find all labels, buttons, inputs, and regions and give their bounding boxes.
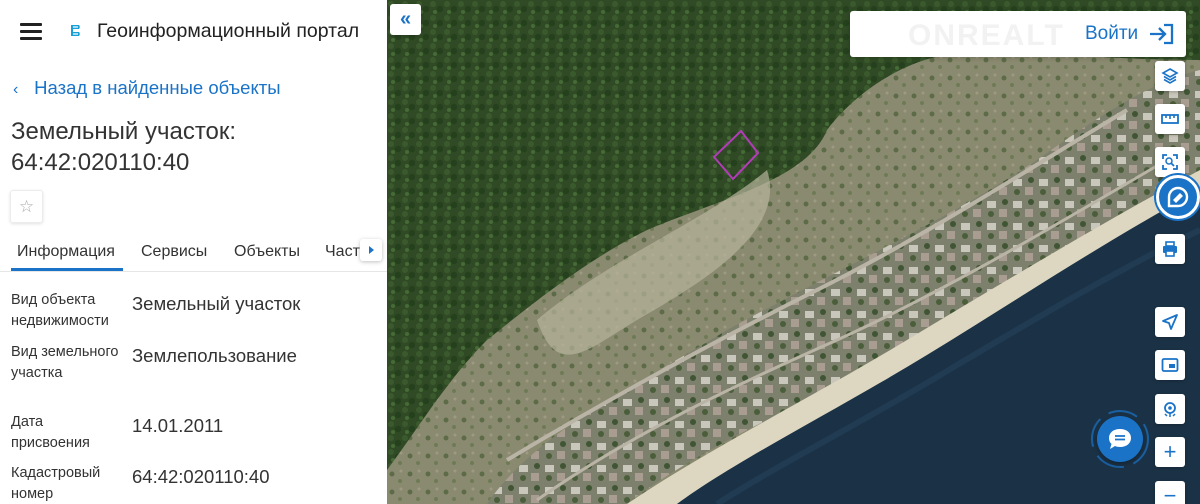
map-imagery xyxy=(387,0,1200,504)
tab-objects[interactable]: Объекты xyxy=(234,243,300,261)
chat-bubble xyxy=(1097,416,1143,462)
ruler-button[interactable] xyxy=(1155,104,1185,134)
chevron-left-icon: ‹ xyxy=(13,81,19,98)
login-icon[interactable] xyxy=(1148,22,1176,46)
zoom-out-button[interactable]: − xyxy=(1155,481,1185,504)
detail-value: 64:42:020110:40 xyxy=(132,466,270,487)
zoom-in-icon: + xyxy=(1163,439,1177,464)
detail-value: Землепользование xyxy=(132,345,297,366)
page-title-line2: 64:42:020110:40 xyxy=(11,149,190,176)
back-link[interactable]: ‹ Назад в найденные объекты xyxy=(13,77,281,99)
layers-icon xyxy=(1161,68,1179,84)
page-title: Земельный участок: 64:42:020110:40 xyxy=(11,116,371,178)
layers-button[interactable] xyxy=(1155,61,1185,91)
detail-label: Вид земельного участка xyxy=(11,344,119,381)
login-button[interactable]: Войти xyxy=(1085,23,1138,45)
detail-label: Вид объекта недвижимости xyxy=(11,292,109,329)
area-select-button[interactable] xyxy=(1155,147,1185,177)
portal-logo-icon xyxy=(71,25,80,36)
page-title-line1: Земельный участок: xyxy=(11,118,237,145)
fullscreen-icon xyxy=(1161,358,1179,372)
portal-title: Геоинформационный портал xyxy=(97,20,360,42)
header: Геоинформационный портал xyxy=(0,0,387,62)
navigate-button[interactable] xyxy=(1155,307,1185,337)
login-bar: ONREALT Войти xyxy=(850,11,1186,57)
chat-icon xyxy=(1109,429,1131,449)
active-tab-indicator xyxy=(11,268,123,271)
tab-bar: Информация Сервисы Объекты Части xyxy=(0,232,387,272)
print-button[interactable] xyxy=(1155,234,1185,264)
detail-label: Дата присвоения xyxy=(11,414,90,451)
tabs-scroll-right-button[interactable] xyxy=(360,239,382,261)
ruler-icon xyxy=(1161,114,1179,124)
print-icon xyxy=(1163,241,1177,257)
zoom-out-icon: − xyxy=(1163,483,1177,504)
rosreestr-button[interactable] xyxy=(1156,175,1200,219)
info-panel: Геоинформационный портал ‹ Назад в найде… xyxy=(0,0,387,504)
watermark: ONREALT xyxy=(908,19,1065,52)
satellite-map[interactable] xyxy=(387,0,1200,504)
favorite-button[interactable]: ☆ xyxy=(10,190,43,223)
detail-value: 14.01.2011 xyxy=(132,415,224,436)
location-icon xyxy=(1164,402,1176,417)
rosreestr-icon xyxy=(1167,186,1189,208)
fullscreen-button[interactable] xyxy=(1155,350,1185,380)
detail-value: Земельный участок xyxy=(132,293,301,314)
star-icon: ☆ xyxy=(18,196,35,216)
location-button[interactable] xyxy=(1155,394,1185,424)
chat-button[interactable] xyxy=(1089,410,1149,470)
hamburger-icon[interactable] xyxy=(20,21,44,41)
navigate-icon xyxy=(1162,314,1178,330)
collapse-panel-button[interactable]: « xyxy=(390,4,421,35)
tab-services[interactable]: Сервисы xyxy=(141,243,207,261)
detail-label: Кадастровый номер xyxy=(11,465,101,502)
back-link-label: Назад в найденные объекты xyxy=(34,77,281,98)
area-select-icon xyxy=(1162,154,1178,170)
tab-information[interactable]: Информация xyxy=(17,243,115,261)
zoom-in-button[interactable]: + xyxy=(1155,437,1185,467)
